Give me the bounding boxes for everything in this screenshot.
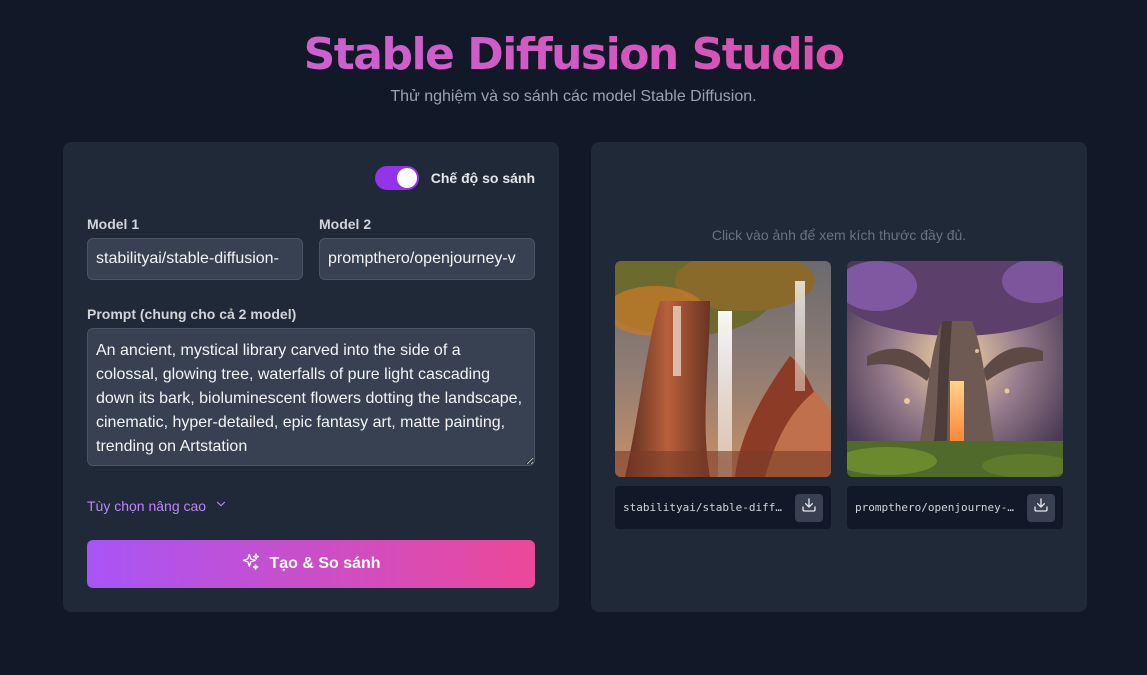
download-button[interactable] xyxy=(795,493,823,522)
result-card: stabilityai/stable-diff… xyxy=(615,261,831,529)
page-subtitle: Thử nghiệm và so sánh các model Stable D… xyxy=(390,88,757,105)
prompt-input[interactable]: An ancient, mystical library carved into… xyxy=(87,328,535,466)
generate-compare-button[interactable]: Tạo & So sánh xyxy=(87,540,535,588)
model1-input[interactable] xyxy=(87,238,303,280)
result-caption: prompthero/openjourney-… xyxy=(847,486,1063,529)
model2-input[interactable] xyxy=(319,238,535,280)
advanced-options-label: Tùy chọn nâng cao xyxy=(87,497,207,514)
result-model-name: stabilityai/stable-diff… xyxy=(623,501,782,514)
download-icon xyxy=(1033,497,1049,518)
generate-button-label: Tạo & So sánh xyxy=(269,555,381,572)
prompt-label: Prompt (chung cho cả 2 model) xyxy=(87,306,297,322)
results-panel: Click vào ảnh để xem kích thước đầy đủ. xyxy=(591,142,1087,612)
result-model-name: prompthero/openjourney-… xyxy=(855,501,1014,514)
result-image-1[interactable] xyxy=(615,261,831,477)
download-button[interactable] xyxy=(1027,493,1055,522)
compare-mode-row: Chế độ so sánh xyxy=(374,166,535,190)
page-title: Stable Diffusion Studio xyxy=(0,28,1147,82)
compare-mode-label: Chế độ so sánh xyxy=(430,170,535,186)
model1-label: Model 1 xyxy=(87,216,140,232)
results-hint: Click vào ảnh để xem kích thước đầy đủ. xyxy=(711,227,967,243)
settings-panel: Chế độ so sánh Model 1 Model 2 Prompt (c… xyxy=(63,142,559,612)
download-icon xyxy=(801,497,817,518)
toggle-knob xyxy=(396,168,417,188)
result-image-2[interactable] xyxy=(847,261,1063,477)
result-card: prompthero/openjourney-… xyxy=(847,261,1063,529)
compare-mode-toggle[interactable] xyxy=(374,166,419,190)
advanced-options-toggle[interactable]: Tùy chọn nâng cao xyxy=(87,497,228,514)
model2-label: Model 2 xyxy=(319,216,372,232)
header: Stable Diffusion Studio Thử nghiệm và so… xyxy=(0,28,1147,106)
sparkles-icon xyxy=(241,552,269,577)
result-caption: stabilityai/stable-diff… xyxy=(615,486,831,529)
chevron-down-icon xyxy=(206,497,228,514)
